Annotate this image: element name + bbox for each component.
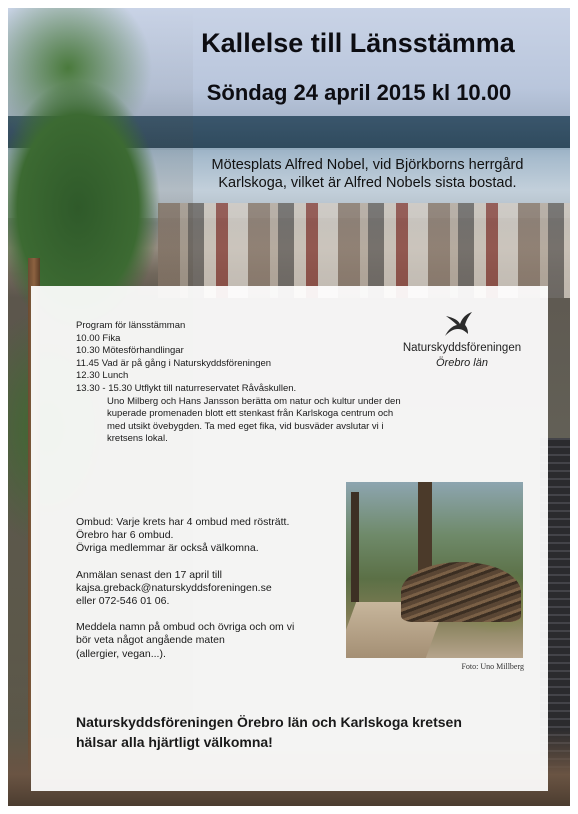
- closing-line: hälsar alla hjärtligt välkomna!: [76, 734, 273, 750]
- contact-email: kajsa.greback@naturskyddsforeningen.se: [76, 581, 272, 594]
- info-line: Övriga medlemmar är också välkomna.: [76, 542, 259, 555]
- logo-region: Örebro län: [436, 357, 488, 369]
- photo-tree: [351, 492, 359, 602]
- registration-paragraph: Anmälan senast den 17 april till kajsa.g…: [76, 569, 346, 609]
- program-item: 13.30 - 15.30 Utflykt till naturreservat…: [76, 382, 297, 394]
- photo-roots: [401, 562, 521, 622]
- program-description-line: kretsens lokal.: [107, 433, 168, 445]
- closing-greeting: Naturskyddsföreningen Örebro län och Kar…: [76, 712, 536, 752]
- page-title: Kallelse till Länsstämma: [201, 28, 515, 58]
- town-buildings: [158, 203, 570, 298]
- food-paragraph: Meddela namn på ombud och övriga och om …: [76, 621, 346, 661]
- info-line: Örebro har 6 ombud.: [76, 529, 174, 542]
- venue-text: Mötesplats Alfred Nobel, vid Björkborns …: [195, 156, 540, 192]
- info-section: Ombud: Varje krets har 4 ombud med röstr…: [76, 516, 346, 674]
- program-description-line: med utsikt övebygden. Ta med eget fika, …: [107, 420, 384, 432]
- venue-line: Mötesplats Alfred Nobel, vid Björkborns …: [211, 157, 524, 173]
- program-description-line: Uno Milberg och Hans Jansson berätta om …: [107, 395, 401, 407]
- info-line: (allergier, vegan...).: [76, 647, 166, 660]
- venue-line: Karlskoga, vilket är Alfred Nobels sista…: [218, 175, 517, 191]
- swallow-bird-icon: [445, 312, 472, 336]
- program-description-line: kuperade promenaden blott ett stenkast f…: [107, 408, 394, 420]
- organization-logo: Naturskyddsföreningen Örebro län: [392, 310, 532, 372]
- closing-line: Naturskyddsföreningen Örebro län och Kar…: [76, 714, 462, 730]
- info-line: Ombud: Varje krets har 4 ombud med röstr…: [76, 516, 290, 528]
- delegates-paragraph: Ombud: Varje krets har 4 ombud med röstr…: [76, 516, 346, 556]
- event-date: Söndag 24 april 2015 kl 10.00: [206, 80, 512, 105]
- nature-photo: [346, 482, 523, 658]
- logo-name: Naturskyddsföreningen: [402, 342, 522, 354]
- program-item: 12.30 Lunch: [76, 370, 129, 382]
- info-line: bör veta något angående maten: [76, 634, 225, 647]
- contact-phone: eller 072-546 01 06.: [76, 595, 170, 608]
- photo-pine-trunk: [418, 482, 432, 572]
- photo-credit: Foto: Uno Millberg: [461, 662, 524, 671]
- info-line: Anmälan senast den 17 april till: [76, 568, 222, 581]
- info-line: Meddela namn på ombud och övriga och om …: [76, 621, 295, 634]
